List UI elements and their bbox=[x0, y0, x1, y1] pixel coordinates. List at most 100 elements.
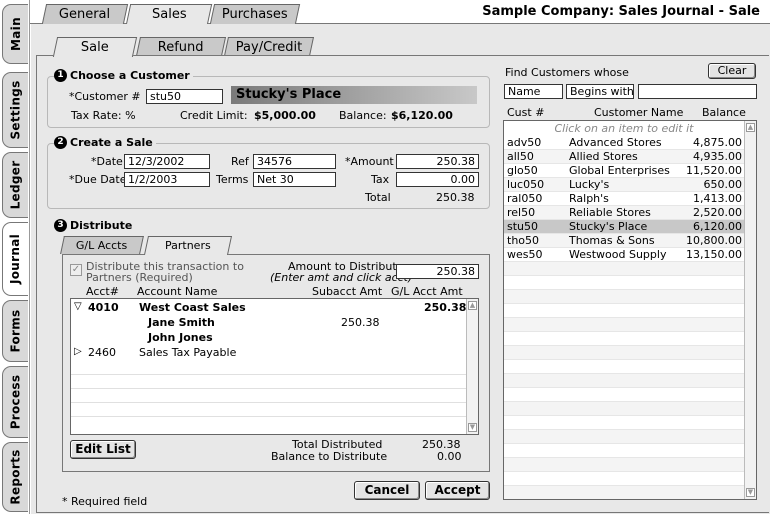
list-item[interactable]: Jane Smith 250.38 bbox=[71, 316, 467, 330]
total-label: Total bbox=[365, 191, 391, 204]
customer-cust: all50 bbox=[507, 150, 534, 163]
customer-name: Lucky's bbox=[569, 178, 610, 191]
terms-input[interactable]: Net 30 bbox=[253, 172, 336, 187]
customer-section-title: 1 Choose a Customer bbox=[54, 69, 193, 82]
customer-row[interactable]: all50 Allied Stores 4,935.00 bbox=[504, 150, 744, 164]
empty-row bbox=[504, 332, 744, 346]
side-tab-settings[interactable]: Settings bbox=[2, 72, 28, 148]
customer-row[interactable]: wes50 Westwood Supply 13,150.00 bbox=[504, 248, 744, 262]
customer-row[interactable]: luc050 Lucky's 650.00 bbox=[504, 178, 744, 192]
date-input[interactable]: 12/3/2002 bbox=[124, 154, 210, 169]
edit-list-button[interactable]: Edit List bbox=[70, 440, 136, 459]
distribution-scrollbar[interactable]: ▲ ▼ bbox=[466, 299, 478, 434]
clear-button[interactable]: Clear bbox=[708, 63, 756, 79]
amount-to-distribute-input[interactable]: 250.38 bbox=[396, 264, 479, 279]
customer-name: Advanced Stores bbox=[569, 136, 662, 149]
balance-to-distribute-label: Balance to Distribute bbox=[271, 450, 388, 463]
customer-number-label: *Customer # bbox=[69, 90, 141, 103]
customer-balance: 4,875.00 bbox=[693, 136, 742, 149]
due-date-input[interactable]: 1/2/2003 bbox=[124, 172, 210, 187]
amount-hint: (Enter amt and click acct) bbox=[270, 271, 413, 284]
customer-name: Stucky's Place bbox=[569, 220, 648, 233]
customer-row[interactable]: stu50 Stucky's Place 6,120.00 bbox=[504, 220, 744, 234]
customer-name: Global Enterprises bbox=[569, 164, 670, 177]
tab-sales[interactable]: Sales bbox=[125, 4, 213, 25]
customer-name: Westwood Supply bbox=[569, 248, 667, 261]
step-1-icon: 1 bbox=[54, 69, 67, 82]
sale-section-title: 2 Create a Sale bbox=[54, 136, 156, 149]
ref-input[interactable]: 34576 bbox=[253, 154, 336, 169]
side-tab-bar: Main Settings Ledger Journal Forms Proce… bbox=[0, 0, 30, 514]
balance-value: $6,120.00 bbox=[391, 109, 453, 122]
distribute-section-title: 3 Distribute bbox=[54, 219, 136, 232]
customer-number-input[interactable]: stu50 bbox=[146, 89, 223, 104]
empty-row bbox=[504, 486, 744, 499]
amount-input[interactable]: 250.38 bbox=[396, 154, 479, 169]
side-tab-main[interactable]: Main bbox=[2, 4, 28, 64]
scroll-up-icon[interactable]: ▲ bbox=[746, 123, 755, 132]
side-tab-process[interactable]: Process bbox=[2, 366, 28, 438]
customer-row[interactable]: glo50 Global Enterprises 11,520.00 bbox=[504, 164, 744, 178]
field-select[interactable]: Name bbox=[504, 84, 563, 99]
customer-list[interactable]: Click on an item to edit it adv50 Advance… bbox=[503, 120, 757, 500]
tab-partners[interactable]: Partners bbox=[143, 236, 233, 255]
side-tab-reports[interactable]: Reports bbox=[2, 442, 28, 512]
top-tab-bar: General Sales Purchases Sample Company: … bbox=[30, 0, 770, 25]
customer-name-display: Stucky's Place bbox=[231, 86, 477, 104]
customer-scrollbar[interactable]: ▲ ▼ bbox=[744, 121, 756, 499]
accept-button[interactable]: Accept bbox=[425, 481, 490, 500]
customer-row[interactable]: tho50 Thomas & Sons 10,800.00 bbox=[504, 234, 744, 248]
scroll-down-icon[interactable]: ▼ bbox=[468, 423, 477, 432]
customer-balance: 10,800.00 bbox=[686, 234, 742, 247]
tab-gl-accts[interactable]: G/L Accts bbox=[60, 236, 144, 254]
col-acct: Acct# bbox=[86, 285, 119, 298]
collapsed-triangle-icon[interactable]: ▷ bbox=[74, 346, 82, 357]
side-tab-journal[interactable]: Journal bbox=[2, 222, 28, 296]
customer-row[interactable]: rel50 Reliable Stores 2,520.00 bbox=[504, 206, 744, 220]
list-item[interactable]: ▷ 2460 Sales Tax Payable bbox=[71, 346, 467, 360]
tab-purchases[interactable]: Purchases bbox=[209, 4, 301, 24]
empty-row bbox=[504, 346, 744, 360]
customer-row[interactable]: ral050 Ralph's 1,413.00 bbox=[504, 192, 744, 206]
empty-row bbox=[504, 360, 744, 374]
match-select[interactable]: Begins with bbox=[566, 84, 634, 99]
list-item[interactable]: ▽ 4010 West Coast Sales 250.38 bbox=[71, 301, 467, 315]
tax-rate-label: Tax Rate: % bbox=[71, 109, 136, 122]
side-tab-forms[interactable]: Forms bbox=[2, 300, 28, 362]
find-customers-label: Find Customers whose bbox=[505, 66, 629, 79]
customer-row[interactable]: adv50 Advanced Stores 4,875.00 bbox=[504, 136, 744, 150]
tab-pay-credit[interactable]: Pay/Credit bbox=[223, 37, 315, 56]
row-divider bbox=[71, 416, 467, 417]
cancel-button[interactable]: Cancel bbox=[354, 481, 420, 500]
search-input[interactable] bbox=[638, 84, 757, 99]
customer-balance: 650.00 bbox=[703, 178, 743, 191]
balance-to-distribute-value: 0.00 bbox=[437, 450, 462, 463]
tab-sale[interactable]: Sale bbox=[52, 37, 138, 57]
list-item[interactable]: John Jones bbox=[71, 331, 467, 345]
customer-balance: 13,150.00 bbox=[686, 248, 742, 261]
scroll-up-icon[interactable]: ▲ bbox=[468, 301, 477, 310]
empty-row bbox=[504, 374, 744, 388]
empty-row bbox=[504, 388, 744, 402]
customer-balance: 1,413.00 bbox=[693, 192, 742, 205]
empty-row bbox=[504, 318, 744, 332]
customer-cust: glo50 bbox=[507, 164, 538, 177]
empty-row bbox=[504, 304, 744, 318]
scroll-down-icon[interactable]: ▼ bbox=[746, 488, 755, 497]
step-3-icon: 3 bbox=[54, 219, 67, 232]
distribute-checkbox-label-2: Partners (Required) bbox=[86, 271, 193, 284]
expanded-triangle-icon[interactable]: ▽ bbox=[74, 301, 82, 312]
tax-input[interactable]: 0.00 bbox=[396, 172, 479, 187]
tab-refund[interactable]: Refund bbox=[135, 37, 227, 56]
ref-label: Ref bbox=[231, 155, 249, 168]
distribution-list[interactable]: ▽ 4010 West Coast Sales 250.38 Jane Smit… bbox=[70, 298, 479, 435]
tab-general[interactable]: General bbox=[41, 4, 129, 24]
empty-row bbox=[504, 276, 744, 290]
tax-label: Tax bbox=[371, 173, 390, 186]
date-label: *Date bbox=[91, 155, 123, 168]
side-tab-ledger[interactable]: Ledger bbox=[2, 152, 28, 218]
window-title: Sample Company: Sales Journal - Sale bbox=[482, 4, 760, 19]
amount-label: *Amount bbox=[345, 155, 394, 168]
distribute-checkbox[interactable]: ✓ bbox=[70, 264, 82, 276]
credit-limit-value: $5,000.00 bbox=[254, 109, 316, 122]
